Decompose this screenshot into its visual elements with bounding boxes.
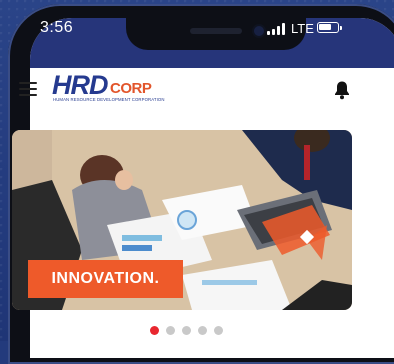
logo-suffix: CORP bbox=[110, 80, 152, 97]
carousel-dot-2[interactable] bbox=[166, 326, 175, 335]
camera bbox=[254, 26, 264, 36]
signal-icon bbox=[267, 23, 285, 35]
carousel-slide[interactable]: INNOVATION. bbox=[12, 130, 352, 310]
network-label: LTE bbox=[291, 21, 314, 36]
speaker bbox=[190, 28, 242, 34]
hamburger-menu-icon[interactable] bbox=[19, 82, 37, 96]
battery-icon bbox=[317, 22, 342, 33]
slide-caption: INNOVATION. bbox=[28, 260, 183, 298]
logo-tagline: HUMAN RESOURCE DEVELOPMENT CORPORATION bbox=[53, 97, 165, 102]
hrd-corp-logo: HRD CORP HUMAN RESOURCE DEVELOPMENT CORP… bbox=[52, 70, 165, 106]
carousel-pagination bbox=[150, 326, 223, 335]
carousel-dot-1[interactable] bbox=[150, 326, 159, 335]
status-time: 3:56 bbox=[40, 19, 74, 36]
carousel-dot-5[interactable] bbox=[214, 326, 223, 335]
carousel-dot-4[interactable] bbox=[198, 326, 207, 335]
bell-icon[interactable] bbox=[333, 80, 351, 100]
carousel-dot-3[interactable] bbox=[182, 326, 191, 335]
